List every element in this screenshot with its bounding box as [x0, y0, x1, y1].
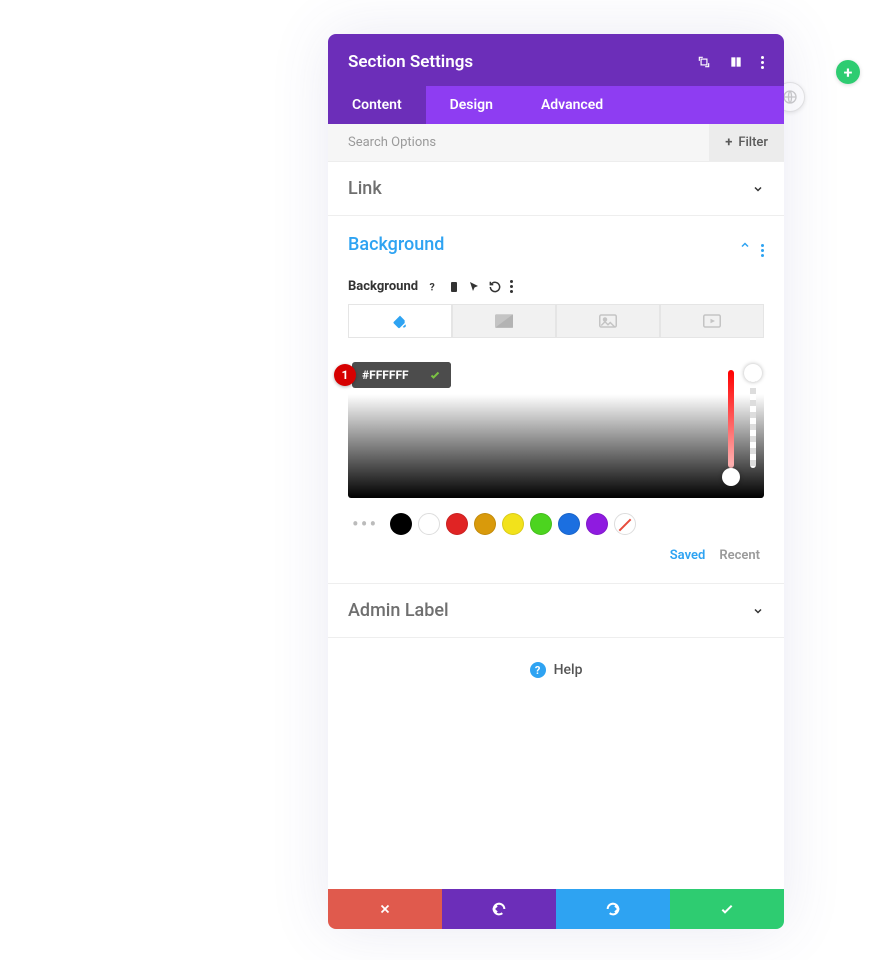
svg-text:?: ? [430, 280, 435, 293]
save-button[interactable] [670, 889, 784, 929]
hex-badge-row: 1 #FFFFFF [334, 362, 451, 388]
section-background-toggle[interactable]: Background [328, 216, 784, 273]
bg-tab-image[interactable] [556, 304, 660, 338]
section-admin-label-title: Admin Label [348, 600, 449, 621]
section-link: Link [328, 162, 784, 216]
alpha-handle[interactable] [744, 364, 762, 382]
swatch-white[interactable] [418, 513, 440, 535]
hue-slider[interactable] [728, 370, 734, 468]
filter-button[interactable]: + Filter [709, 124, 784, 161]
background-field-label: Background [348, 279, 418, 294]
plus-icon: + [725, 135, 732, 150]
redo-button[interactable] [556, 889, 670, 929]
swatch-purple[interactable] [586, 513, 608, 535]
panel-title: Section Settings [348, 52, 473, 72]
search-input[interactable] [328, 124, 709, 161]
swatches-more-icon[interactable]: ••• [352, 512, 378, 536]
hex-pill: #FFFFFF [352, 362, 451, 388]
saved-tab[interactable]: Saved [670, 548, 706, 563]
tab-content[interactable]: Content [328, 86, 426, 124]
section-admin-label-toggle[interactable]: Admin Label [328, 584, 784, 637]
background-field-row: Background ? [348, 279, 764, 294]
filter-label: Filter [738, 135, 768, 150]
hue-handle[interactable] [722, 468, 740, 486]
main-tabs: Content Design Advanced [328, 86, 784, 124]
phone-icon[interactable] [448, 280, 460, 294]
search-row: + Filter [328, 124, 784, 162]
swatch-green[interactable] [530, 513, 552, 535]
section-link-title: Link [348, 178, 382, 199]
swatches-row: ••• [348, 512, 764, 536]
swatch-none[interactable] [614, 513, 636, 535]
recent-tab[interactable]: Recent [719, 548, 760, 563]
step-marker-badge: 1 [334, 364, 356, 386]
chevron-down-icon [752, 605, 764, 617]
cancel-button[interactable] [328, 889, 442, 929]
bg-tab-color[interactable] [348, 304, 452, 338]
hex-confirm-button[interactable] [419, 362, 451, 388]
panel-header: Section Settings [328, 34, 784, 86]
field-kebab-icon[interactable] [510, 280, 513, 293]
help-question-icon[interactable]: ? [426, 280, 440, 294]
cursor-icon[interactable] [468, 280, 480, 294]
help-label: Help [554, 662, 583, 678]
section-background: Background Background ? [328, 216, 784, 584]
expand-icon[interactable] [697, 55, 711, 69]
hex-input[interactable]: #FFFFFF [352, 368, 419, 382]
swatch-red[interactable] [446, 513, 468, 535]
header-icon-group [697, 55, 764, 69]
panel-footer [328, 889, 784, 929]
chevron-down-icon [752, 183, 764, 195]
swatch-blue[interactable] [558, 513, 580, 535]
header-kebab-icon[interactable] [761, 56, 764, 69]
bg-tab-video[interactable] [660, 304, 764, 338]
swatch-black[interactable] [390, 513, 412, 535]
saved-recent-tabs: Saved Recent [348, 548, 764, 563]
undo-button[interactable] [442, 889, 556, 929]
chevron-up-icon [739, 239, 751, 251]
tab-advanced[interactable]: Advanced [517, 86, 627, 124]
swatch-orange[interactable] [474, 513, 496, 535]
bg-tab-gradient[interactable] [452, 304, 556, 338]
columns-icon[interactable] [729, 55, 743, 69]
settings-panel: Section Settings Content Design Advanced… [328, 34, 784, 929]
section-admin-label: Admin Label [328, 584, 784, 638]
section-link-toggle[interactable]: Link [328, 162, 784, 215]
help-row[interactable]: ? Help [328, 638, 784, 702]
section-background-title: Background [348, 234, 444, 255]
color-picker-area[interactable]: 1 #FFFFFF [348, 350, 764, 498]
section-kebab-icon[interactable] [761, 232, 764, 257]
reset-icon[interactable] [488, 280, 502, 294]
help-icon: ? [530, 662, 546, 678]
section-background-body: Background ? [328, 279, 784, 583]
tab-design[interactable]: Design [426, 86, 517, 124]
add-fab-button[interactable]: + [836, 60, 860, 84]
swatch-yellow[interactable] [502, 513, 524, 535]
alpha-slider[interactable] [750, 370, 756, 468]
background-type-tabs [348, 304, 764, 338]
